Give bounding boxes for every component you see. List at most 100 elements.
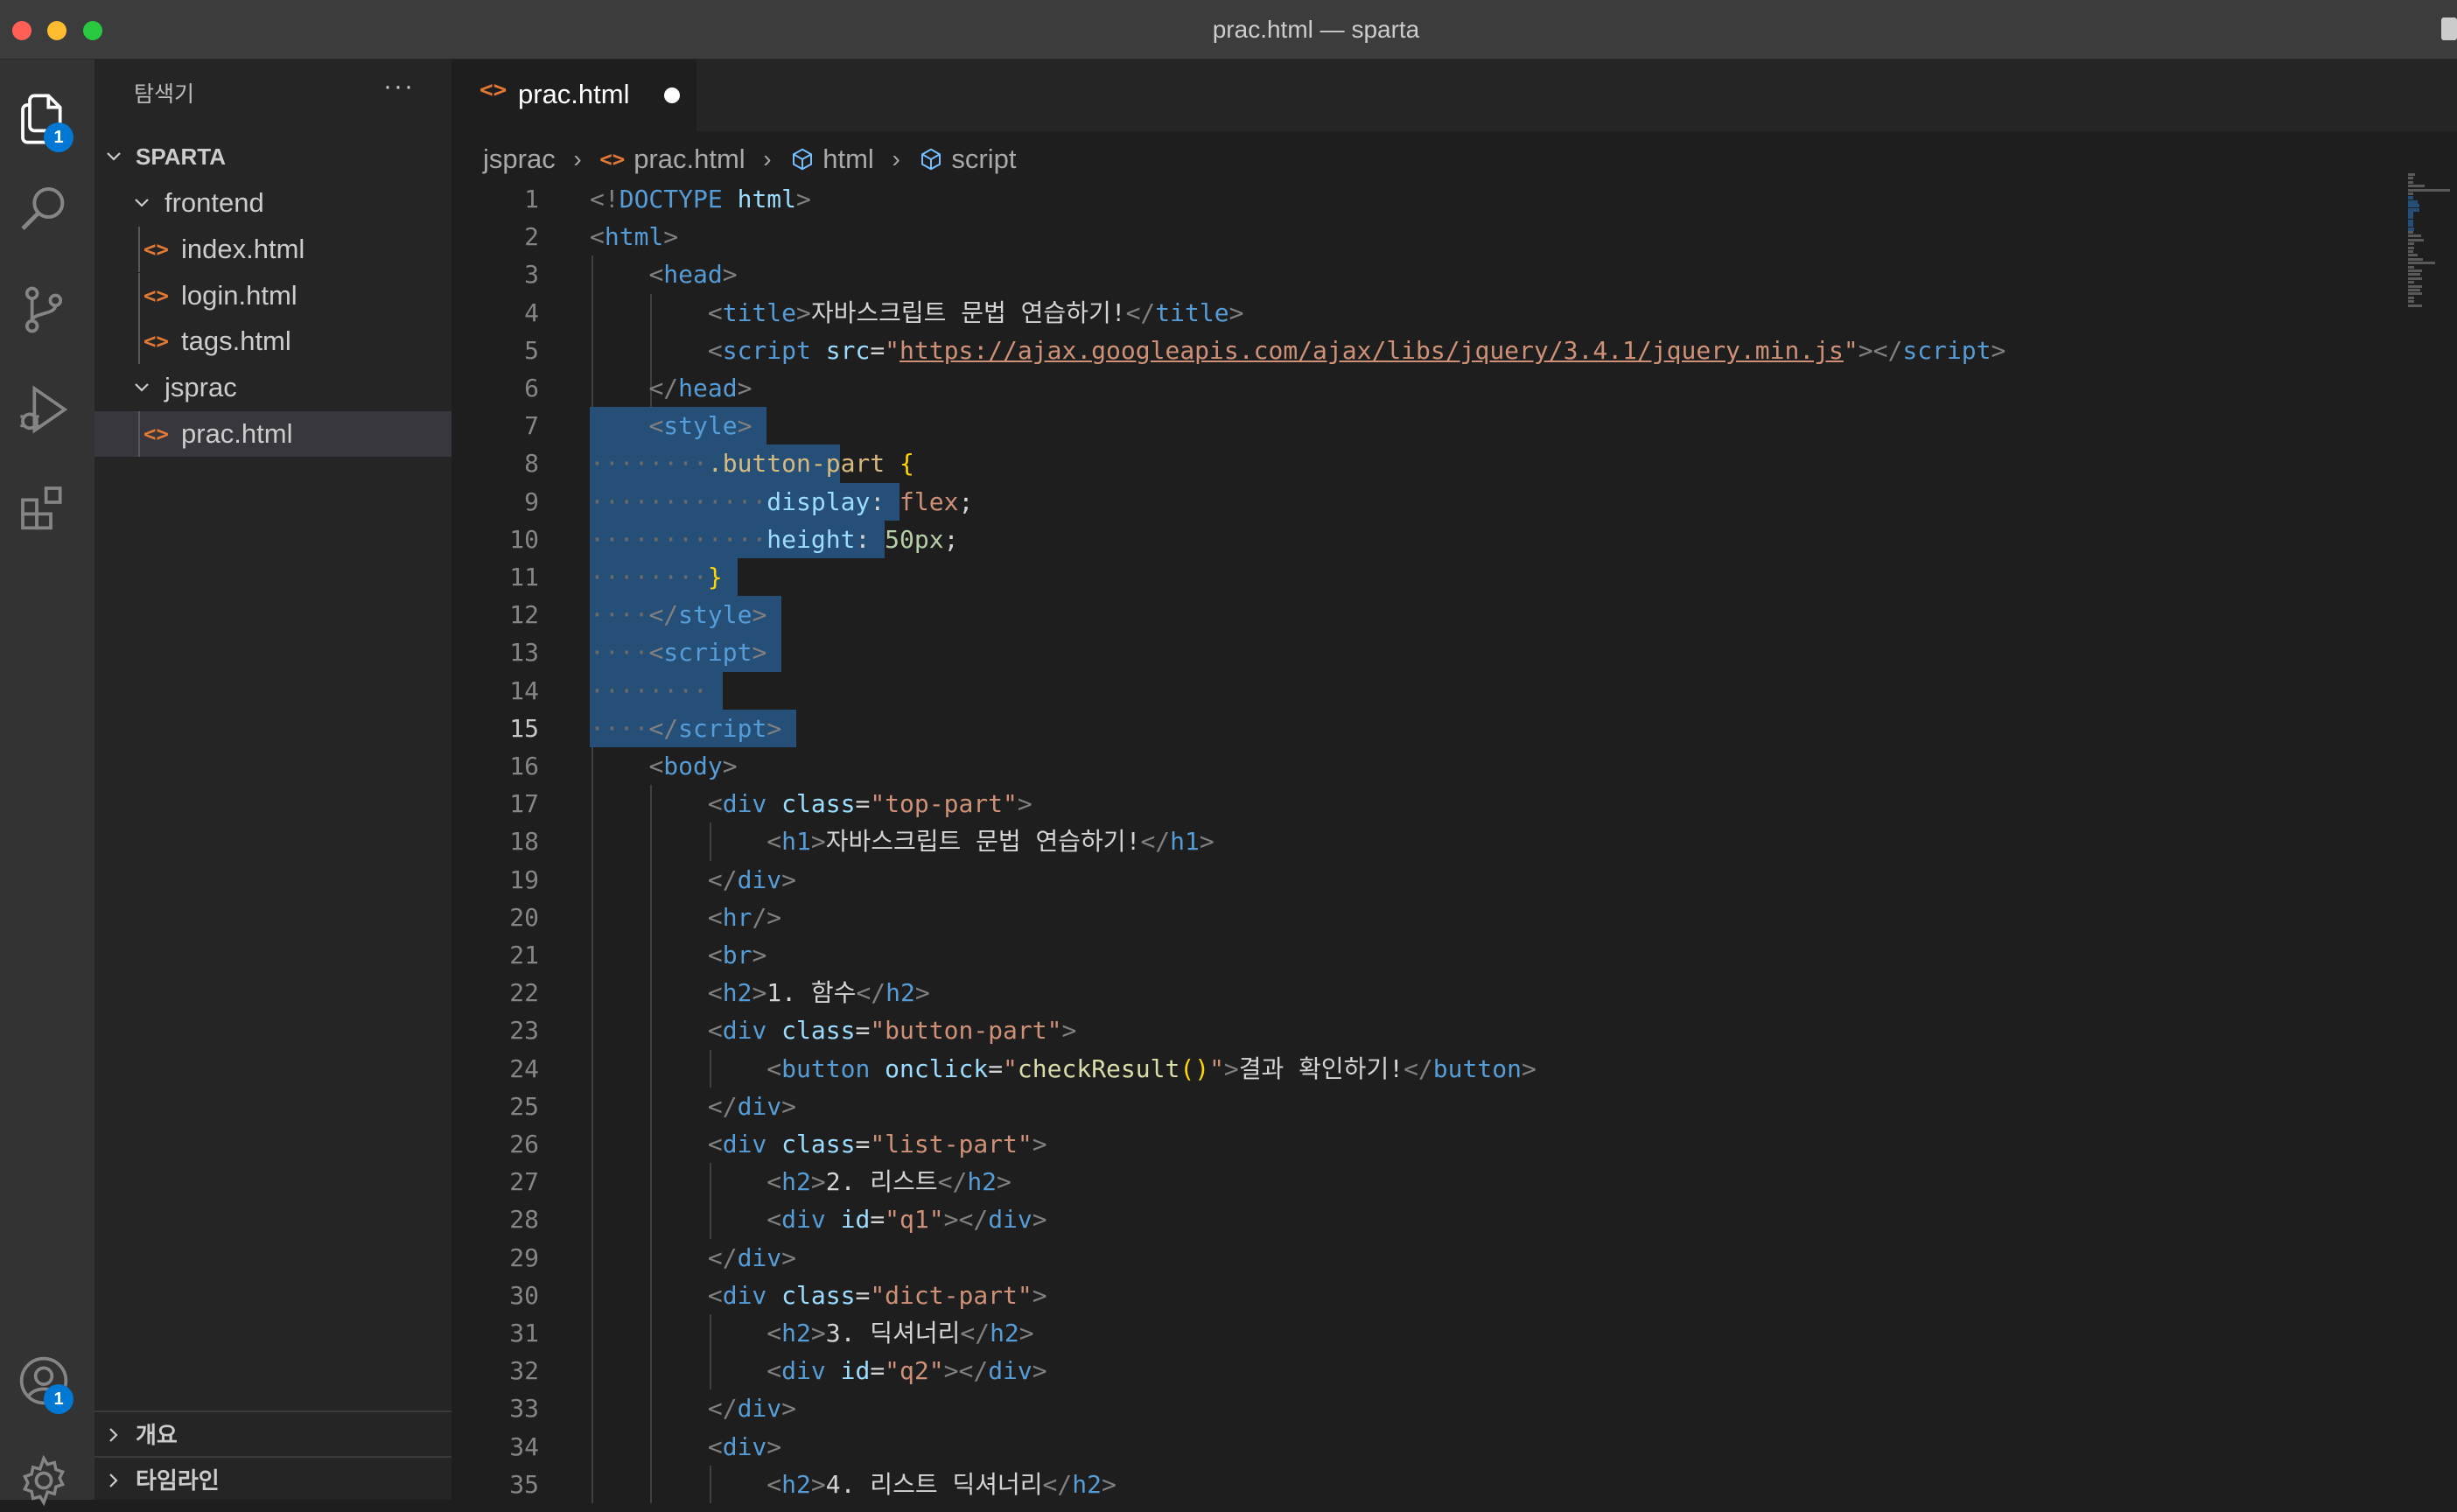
minimap-line bbox=[2408, 188, 2450, 192]
tree-item-index-html[interactable]: <> index.html bbox=[94, 227, 452, 272]
minimap-line bbox=[2408, 212, 2413, 215]
code-line: ····</script> bbox=[590, 713, 782, 743]
html-file-icon: <> bbox=[144, 422, 169, 446]
line-number: 7 bbox=[524, 411, 539, 441]
minimap-line bbox=[2408, 173, 2415, 176]
run-debug-icon bbox=[20, 385, 68, 434]
chevron-down-icon bbox=[102, 134, 128, 179]
code-line: ····</style> bbox=[590, 600, 767, 630]
minimap-line bbox=[2408, 300, 2414, 304]
element-cube-icon bbox=[793, 148, 813, 171]
minimap-line bbox=[2408, 231, 2413, 234]
minimap-line bbox=[2408, 292, 2422, 296]
code-line: <div class="dict-part"> bbox=[707, 1280, 1047, 1310]
html-file-icon: <> bbox=[599, 146, 626, 172]
code-line: </head> bbox=[648, 374, 752, 402]
code-line: <body> bbox=[648, 752, 738, 780]
code-line: <title>자바스크립트 문법 연습하기!</title> bbox=[707, 298, 1244, 327]
unsaved-dot-icon[interactable] bbox=[664, 88, 680, 103]
minimap-line bbox=[2408, 254, 2418, 257]
chevron-right-icon bbox=[102, 1412, 128, 1458]
code-line: <h1>자바스크립트 문법 연습하기!</h1> bbox=[766, 827, 1214, 857]
line-number: 32 bbox=[509, 1356, 539, 1386]
accounts-badge: 1 bbox=[44, 1384, 74, 1414]
code-line: ············display: flex; bbox=[590, 486, 974, 516]
workspace-root-label: SPARTA bbox=[136, 144, 227, 170]
code-line: ····<script> bbox=[590, 638, 767, 668]
minimap-line bbox=[2408, 265, 2414, 269]
explorer-button[interactable]: 1 bbox=[12, 88, 75, 152]
more-actions-button[interactable]: ··· bbox=[383, 72, 415, 102]
code-line: <h2>1. 함수</h2> bbox=[707, 978, 930, 1008]
minimap-line bbox=[2408, 304, 2422, 307]
tree-item-label: prac.html bbox=[181, 418, 293, 449]
code-line: <div class="top-part"> bbox=[707, 789, 1032, 819]
source-control-icon bbox=[24, 286, 63, 333]
tree-item-prac-html[interactable]: <> prac.html bbox=[94, 411, 452, 457]
manage-button[interactable] bbox=[12, 1449, 75, 1512]
tree-item-label: jsprac bbox=[164, 372, 237, 402]
line-number: 22 bbox=[509, 978, 539, 1008]
tree-item-tags-html[interactable]: <> tags.html bbox=[94, 318, 452, 364]
minimap-line bbox=[2408, 270, 2422, 272]
line-number: 16 bbox=[509, 752, 539, 780]
extensions-button[interactable] bbox=[12, 478, 75, 541]
tree-item-label: frontend bbox=[164, 187, 264, 218]
activity-bar: 1 1 bbox=[0, 60, 94, 1507]
run-debug-button[interactable] bbox=[12, 378, 75, 441]
workspace-root[interactable]: SPARTA bbox=[94, 134, 452, 179]
minimap-line bbox=[2408, 238, 2424, 242]
tree-item-label: tags.html bbox=[181, 326, 291, 356]
editor-area: <> prac.html jsprac › <> prac.html › html… bbox=[452, 60, 2457, 1503]
line-number: 33 bbox=[509, 1394, 539, 1424]
minimap-line bbox=[2408, 296, 2414, 299]
minimap-line bbox=[2408, 281, 2414, 284]
code-line: <!DOCTYPE html> bbox=[590, 185, 811, 214]
element-cube-icon bbox=[921, 148, 942, 171]
line-number: 10 bbox=[509, 524, 539, 554]
tree-item-login-html[interactable]: <> login.html bbox=[94, 273, 452, 318]
html-file-icon: <> bbox=[144, 237, 169, 262]
minimap-line bbox=[2408, 242, 2414, 246]
layout-icon[interactable] bbox=[2441, 18, 2457, 40]
breadcrumb-item[interactable]: prac.html bbox=[634, 144, 745, 174]
code-line: <hr/> bbox=[707, 902, 782, 932]
timeline-section[interactable]: 타임라인 bbox=[94, 1456, 452, 1503]
breadcrumb-item[interactable]: script bbox=[951, 144, 1016, 174]
tab-prac-html[interactable]: <> prac.html bbox=[452, 60, 696, 131]
minimap-line bbox=[2408, 192, 2413, 195]
line-number: 26 bbox=[509, 1130, 539, 1158]
breadcrumb-item[interactable]: jsprac bbox=[483, 144, 556, 174]
line-number: 28 bbox=[509, 1205, 539, 1235]
code-line: ············height: 50px; bbox=[590, 524, 959, 554]
tree-item-frontend[interactable]: frontend bbox=[94, 180, 452, 226]
minimap-line bbox=[2408, 289, 2420, 291]
code-line: ········.button-part { bbox=[590, 449, 914, 479]
minimap-line bbox=[2408, 180, 2413, 184]
tree-item-label: index.html bbox=[181, 234, 305, 264]
code-line: </div> bbox=[707, 1394, 797, 1424]
minimap-line bbox=[2408, 246, 2414, 249]
tree-item-jsprac[interactable]: jsprac bbox=[94, 365, 452, 410]
line-number: 13 bbox=[509, 638, 539, 668]
search-button[interactable] bbox=[12, 178, 75, 242]
line-number: 35 bbox=[509, 1469, 539, 1499]
sidebar-title: 탐색기 bbox=[134, 82, 195, 107]
code-line: <style> bbox=[648, 411, 752, 441]
source-control-button[interactable] bbox=[12, 278, 75, 341]
accounts-button[interactable]: 1 bbox=[12, 1349, 75, 1414]
line-number: 12 bbox=[509, 600, 539, 630]
minimap[interactable] bbox=[2404, 173, 2457, 383]
chevron-right-icon: › bbox=[763, 144, 772, 172]
code-line: <script src="https://ajax.googleapis.com… bbox=[707, 335, 2006, 365]
gear-icon bbox=[22, 1454, 66, 1507]
minimap-line bbox=[2408, 257, 2423, 261]
line-number: 25 bbox=[509, 1091, 539, 1121]
outline-section[interactable]: 개요 bbox=[94, 1410, 452, 1458]
breadcrumb-item[interactable]: html bbox=[822, 144, 874, 174]
minimap-line bbox=[2408, 185, 2425, 188]
chevron-right-icon: › bbox=[892, 144, 900, 172]
line-number: 20 bbox=[509, 902, 539, 932]
minimap-line bbox=[2408, 177, 2413, 180]
section-label: 타임라인 bbox=[136, 1467, 220, 1494]
